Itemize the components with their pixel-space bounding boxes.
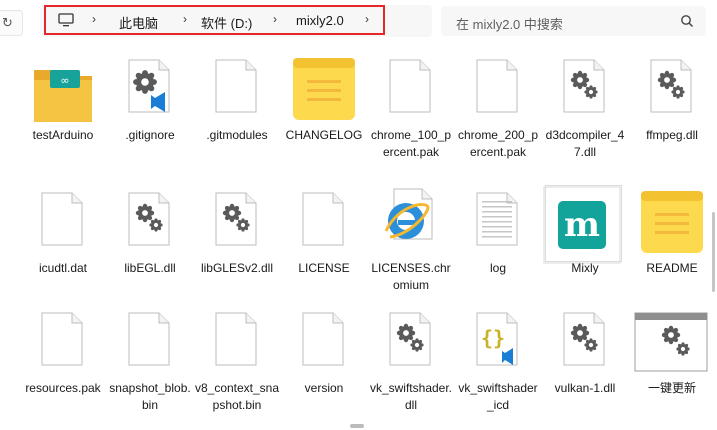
blank-file-icon	[107, 305, 193, 389]
search-input[interactable]: 在 mixly2.0 中搜索	[441, 6, 706, 36]
file-item[interactable]: ffmpeg.dll	[629, 52, 715, 176]
notepad-icon	[281, 52, 367, 136]
blank-file-icon	[20, 185, 106, 269]
chevron-right-icon[interactable]: ›	[365, 12, 369, 26]
file-name: icudtl.dat	[38, 261, 88, 275]
blank-file-icon	[194, 52, 280, 136]
gear-file-icon	[368, 305, 454, 389]
file-item[interactable]: 一键更新	[629, 305, 715, 429]
file-item[interactable]: libGLESv2.dll	[194, 185, 280, 309]
vertical-scrollbar[interactable]	[712, 52, 715, 420]
file-name: README	[646, 261, 698, 275]
file-name: Mixly	[571, 261, 599, 275]
svg-text:{}: {}	[481, 326, 505, 350]
hover-frame	[545, 185, 622, 262]
blank-file-icon	[281, 185, 367, 269]
file-item[interactable]: vulkan-1.dll	[542, 305, 628, 429]
file-item[interactable]: {} vk_swiftshader_icd	[455, 305, 541, 429]
file-item[interactable]: LICENSES.chromium	[368, 185, 454, 309]
json-vscode-file-icon: {}	[455, 305, 541, 389]
gear-file-icon	[542, 52, 628, 136]
file-item[interactable]: v8_context_snapshot.bin	[194, 305, 280, 429]
file-name: LICENSES.chromium	[371, 261, 451, 292]
file-item[interactable]: LICENSE	[281, 185, 367, 309]
gear-file-icon	[542, 305, 628, 389]
file-item[interactable]: CHANGELOG	[281, 52, 367, 176]
file-item[interactable]: log	[455, 185, 541, 309]
gear-file-icon	[194, 185, 280, 269]
file-name: ffmpeg.dll	[646, 128, 698, 142]
chevron-right-icon[interactable]: ›	[273, 12, 277, 26]
address-toolbar: ↻ › 此电脑 › 软件 (D:) › mixly2.0 › 在 mixly2.…	[0, 0, 717, 44]
file-name: vk_swiftshader_icd	[458, 381, 538, 412]
file-name: resources.pak	[25, 381, 101, 395]
file-name: testArduino	[32, 128, 94, 142]
search-icon	[681, 15, 694, 28]
file-name: vulkan-1.dll	[554, 381, 616, 395]
file-name: libGLESv2.dll	[200, 261, 274, 275]
file-name: vk_swiftshader.dll	[369, 381, 453, 412]
horizontal-scrollbar-thumb[interactable]	[350, 424, 364, 428]
gear-vscode-file-icon	[107, 52, 193, 136]
chevron-right-icon[interactable]: ›	[183, 12, 187, 26]
scrollbar-thumb[interactable]	[712, 212, 715, 292]
svg-text:∞: ∞	[60, 74, 69, 87]
text-file-icon	[455, 185, 541, 269]
file-item[interactable]: chrome_100_percent.pak	[368, 52, 454, 176]
file-name: libEGL.dll	[124, 261, 176, 275]
internet-explorer-icon	[368, 185, 454, 269]
breadcrumb-this-pc[interactable]: 此电脑	[119, 13, 158, 32]
file-item[interactable]: resources.pak	[20, 305, 106, 429]
refresh-button[interactable]: ↻	[0, 10, 23, 36]
file-name: log	[489, 261, 506, 275]
file-item[interactable]: libEGL.dll	[107, 185, 193, 309]
file-item[interactable]: icudtl.dat	[20, 185, 106, 309]
search-placeholder: 在 mixly2.0 中搜索	[456, 17, 563, 32]
file-item[interactable]: snapshot_blob.bin	[107, 305, 193, 429]
file-item[interactable]: vk_swiftshader.dll	[368, 305, 454, 429]
notepad-icon	[629, 185, 715, 269]
gear-file-icon	[629, 52, 715, 136]
file-name: chrome_100_percent.pak	[370, 128, 452, 159]
file-name: d3dcompiler_47.dll	[545, 128, 625, 159]
batch-file-icon	[629, 305, 715, 389]
blank-file-icon	[368, 52, 454, 136]
file-item[interactable]: README	[629, 185, 715, 309]
file-name: .gitmodules	[206, 128, 268, 142]
file-item[interactable]: ∞ testArduino	[20, 52, 106, 176]
file-name: snapshot_blob.bin	[109, 381, 191, 412]
folder-icon: ∞	[20, 52, 106, 136]
file-name: version	[304, 381, 344, 395]
breadcrumb-folder[interactable]: mixly2.0	[296, 13, 344, 28]
blank-file-icon	[455, 52, 541, 136]
file-name: .gitignore	[125, 128, 175, 142]
file-item[interactable]: .gitignore	[107, 52, 193, 176]
blank-file-icon	[194, 305, 280, 389]
blank-file-icon	[281, 305, 367, 389]
this-pc-icon[interactable]	[58, 13, 74, 27]
file-item[interactable]: chrome_200_percent.pak	[455, 52, 541, 176]
file-item[interactable]: version	[281, 305, 367, 429]
breadcrumb-drive[interactable]: 软件 (D:)	[201, 13, 252, 32]
gear-file-icon	[107, 185, 193, 269]
file-name: CHANGELOG	[285, 128, 363, 142]
file-name: chrome_200_percent.pak	[457, 128, 539, 159]
file-item[interactable]: .gitmodules	[194, 52, 280, 176]
file-name: 一键更新	[647, 381, 696, 395]
file-name: LICENSE	[298, 261, 350, 275]
chevron-right-icon[interactable]: ›	[92, 12, 96, 26]
file-name: v8_context_snapshot.bin	[194, 381, 280, 412]
blank-file-icon	[20, 305, 106, 389]
file-item[interactable]: d3dcompiler_47.dll	[542, 52, 628, 176]
refresh-icon: ↻	[2, 15, 13, 30]
